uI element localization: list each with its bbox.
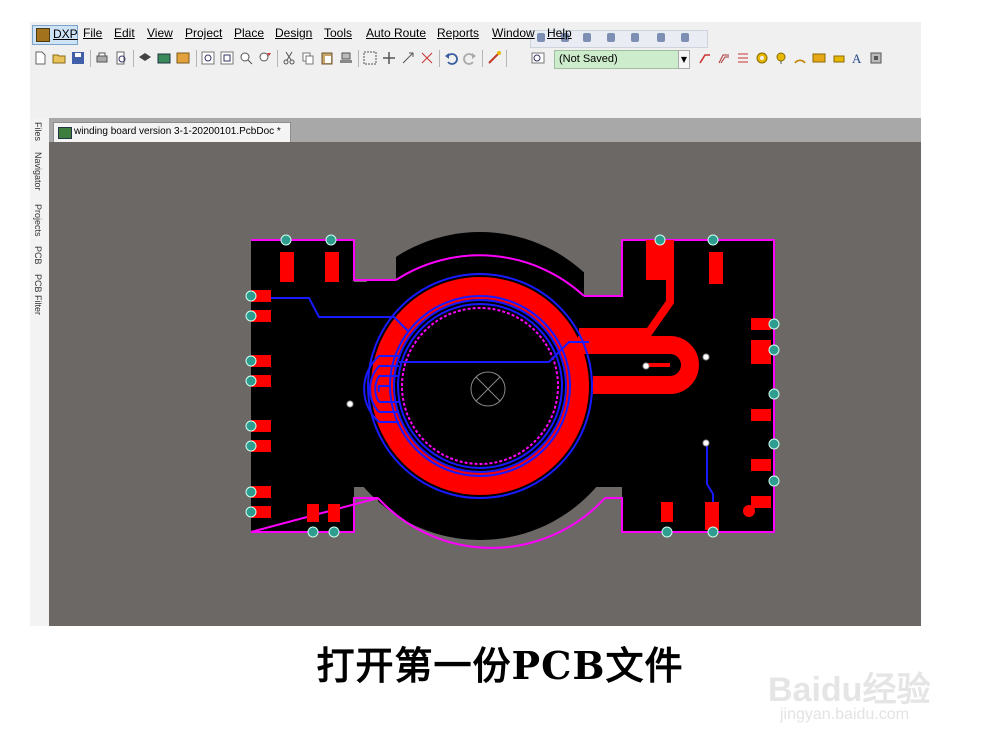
side-tab-projects[interactable]: Projects bbox=[33, 204, 43, 237]
cross-probe-icon[interactable] bbox=[487, 51, 501, 65]
side-tab-files[interactable]: Files bbox=[33, 122, 43, 141]
menu-window[interactable]: Window bbox=[492, 26, 535, 40]
dxp-logo-icon bbox=[36, 28, 50, 42]
document-tab-strip: winding board version 3-1-20200101.PcbDo… bbox=[49, 118, 921, 143]
menu-file[interactable]: File bbox=[83, 26, 102, 40]
altium-window: DXP File Edit View Project Place Design … bbox=[30, 22, 921, 626]
dxp-label: DXP bbox=[53, 27, 78, 41]
side-tab-navigator[interactable]: Navigator bbox=[33, 152, 43, 191]
layers-icon[interactable] bbox=[138, 51, 152, 65]
redo-icon[interactable] bbox=[463, 51, 477, 65]
print-icon[interactable] bbox=[95, 51, 109, 65]
menu-view[interactable]: View bbox=[147, 26, 173, 40]
filter-combo-value: (Not Saved) bbox=[559, 53, 618, 65]
clear-filter-icon[interactable] bbox=[420, 51, 434, 65]
place-via-icon[interactable] bbox=[774, 51, 788, 65]
multi-route-icon[interactable] bbox=[736, 51, 750, 65]
menu-design[interactable]: Design bbox=[275, 26, 312, 40]
svg-text:A: A bbox=[852, 51, 862, 65]
place-fill-icon[interactable] bbox=[812, 51, 826, 65]
dxp-menu[interactable]: DXP bbox=[32, 25, 78, 45]
place-polygon-icon[interactable] bbox=[831, 51, 845, 65]
new-file-icon[interactable] bbox=[33, 51, 47, 65]
interactive-route-icon[interactable] bbox=[698, 51, 712, 65]
menu-project[interactable]: Project bbox=[185, 26, 222, 40]
place-string-icon[interactable]: A bbox=[850, 51, 864, 65]
menu-auto-route[interactable]: Auto Route bbox=[366, 26, 426, 40]
pcb-canvas[interactable] bbox=[49, 142, 921, 626]
pcb-document-icon bbox=[58, 127, 72, 139]
zoom-area-icon[interactable] bbox=[220, 51, 234, 65]
browse-component-icon[interactable] bbox=[531, 51, 545, 65]
combo-dropdown-icon[interactable]: ▼ bbox=[678, 50, 690, 69]
paste-icon[interactable] bbox=[320, 51, 334, 65]
watermark-url: jingyan.baidu.com bbox=[780, 706, 909, 723]
side-tab-pcb[interactable]: PCB bbox=[33, 246, 43, 265]
print-preview-icon[interactable] bbox=[114, 51, 128, 65]
move-icon[interactable] bbox=[382, 51, 396, 65]
place-arc-icon[interactable] bbox=[793, 51, 807, 65]
place-pad-icon[interactable] bbox=[755, 51, 769, 65]
menu-reports[interactable]: Reports bbox=[437, 26, 479, 40]
document-tab-label: winding board version 3-1-20200101.PcbDo… bbox=[74, 126, 281, 137]
filter-combo[interactable]: (Not Saved) bbox=[554, 50, 680, 69]
report-icon[interactable] bbox=[176, 51, 190, 65]
board-3d-icon[interactable] bbox=[157, 51, 171, 65]
menu-tools[interactable]: Tools bbox=[324, 26, 352, 40]
menu-help[interactable]: Help bbox=[547, 26, 572, 40]
menu-place[interactable]: Place bbox=[234, 26, 264, 40]
menu-bar: DXP File Edit View Project Place Design … bbox=[30, 24, 921, 46]
zoom-filtered-icon[interactable] bbox=[258, 51, 272, 65]
standard-toolbar: (Not Saved) ▼ A bbox=[30, 48, 921, 70]
menu-edit[interactable]: Edit bbox=[114, 26, 135, 40]
diff-pair-route-icon[interactable] bbox=[717, 51, 731, 65]
cut-icon[interactable] bbox=[282, 51, 296, 65]
zoom-selected-icon[interactable] bbox=[239, 51, 253, 65]
watermark-logo: Baidu经验 bbox=[768, 671, 931, 709]
zoom-fit-icon[interactable] bbox=[201, 51, 215, 65]
save-icon[interactable] bbox=[71, 51, 85, 65]
copy-icon[interactable] bbox=[301, 51, 315, 65]
select-area-icon[interactable] bbox=[363, 51, 377, 65]
rubber-stamp-icon[interactable] bbox=[339, 51, 353, 65]
document-tab[interactable]: winding board version 3-1-20200101.PcbDo… bbox=[53, 122, 291, 143]
side-tab-pcb-filter[interactable]: PCB Filter bbox=[33, 274, 43, 315]
undo-icon[interactable] bbox=[444, 51, 458, 65]
place-component-icon[interactable] bbox=[869, 51, 883, 65]
open-folder-icon[interactable] bbox=[52, 51, 66, 65]
deselect-icon[interactable] bbox=[401, 51, 415, 65]
pcb-layout[interactable] bbox=[49, 142, 921, 626]
toolbar-area bbox=[30, 70, 921, 118]
side-panel: Files Navigator Projects PCB PCB Filter bbox=[30, 118, 50, 626]
